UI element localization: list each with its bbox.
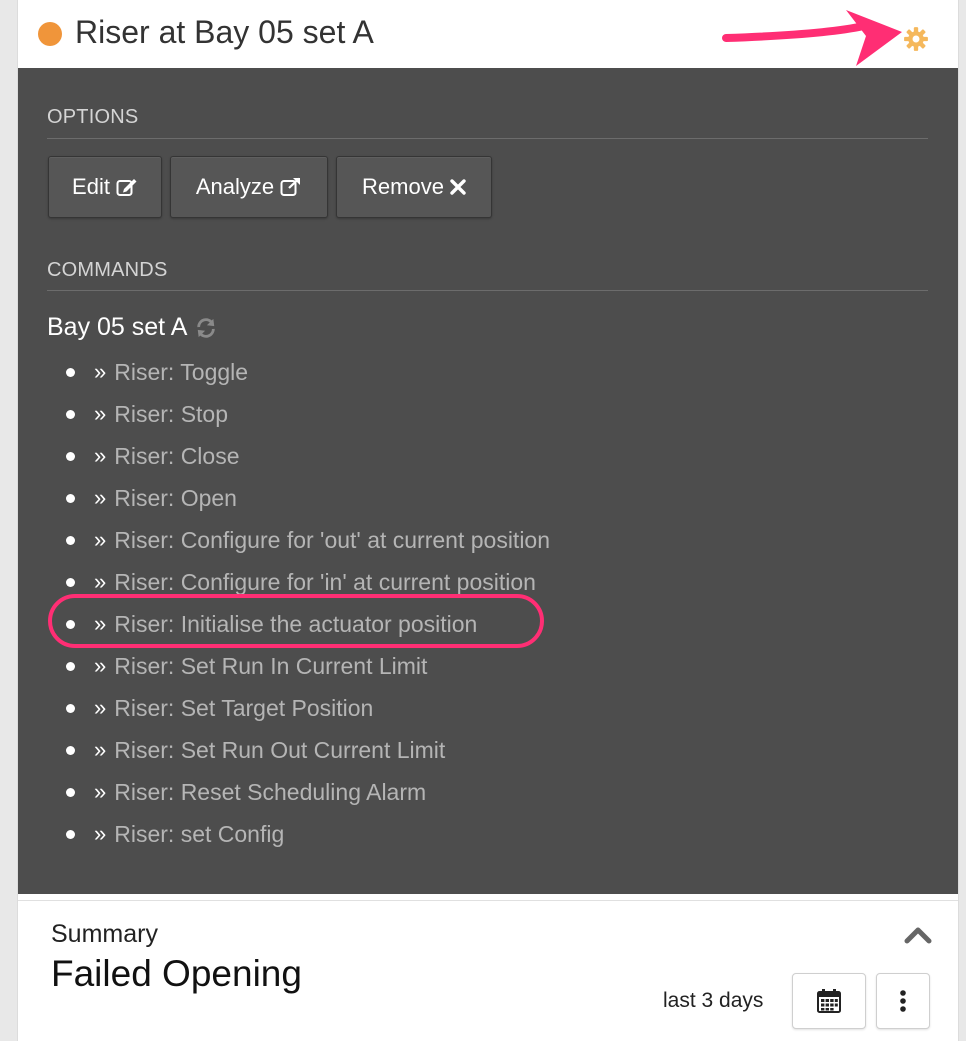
remove-button-label: Remove [362,174,444,199]
double-chevron-right-icon: » [94,821,107,846]
bullet [66,409,75,419]
double-chevron-right-icon: » [94,779,107,804]
double-chevron-right-icon: » [94,737,107,762]
refresh-icon[interactable] [195,317,217,339]
bullet [66,703,75,713]
bullet [66,493,75,503]
edit-icon [116,179,137,196]
time-range-label: last 3 days [663,989,764,1012]
command-item[interactable]: » Riser: Close [66,441,240,471]
double-chevron-right-icon: » [94,569,107,594]
command-label: Riser: Set Run Out Current Limit [114,736,446,763]
command-label: Riser: Toggle [114,358,249,385]
analyze-button[interactable]: Analyze [170,156,328,218]
summary-section: Summary Failed Opening last 3 days [18,900,958,1041]
command-item[interactable]: » Riser: Set Run Out Current Limit [66,735,445,765]
command-label: Riser: set Config [114,820,285,847]
status-indicator [38,22,62,46]
options-heading: OPTIONS [47,106,139,128]
close-icon [450,179,466,195]
command-label: Riser: Set Run In Current Limit [114,652,428,679]
command-item[interactable]: » Riser: Reset Scheduling Alarm [66,777,426,807]
command-label: Riser: Configure for 'in' at current pos… [114,568,536,595]
edit-button-label: Edit [72,174,110,199]
command-label: Riser: Configure for 'out' at current po… [114,526,551,553]
double-chevron-right-icon: » [94,401,107,426]
command-item[interactable]: » Riser: Stop [66,399,228,429]
double-chevron-right-icon: » [94,695,107,720]
command-label: Riser: Close [114,442,240,469]
options-panel: OPTIONS Edit Analyze Remove COMMANDS Bay… [18,68,958,894]
calendar-icon [817,989,841,1013]
command-item[interactable]: » Riser: Open [66,483,237,513]
double-chevron-right-icon: » [94,485,107,510]
bullet [66,535,75,545]
summary-label: Summary [51,920,158,948]
summary-value: Failed Opening [51,953,302,994]
command-group-label: Bay 05 set A [47,313,188,341]
bullet [66,661,75,671]
command-label: Riser: Set Target Position [114,694,374,721]
double-chevron-right-icon: » [94,359,107,384]
more-options-button[interactable] [876,973,930,1029]
command-label: Riser: Stop [114,400,229,427]
divider [47,290,928,291]
double-chevron-right-icon: » [94,527,107,552]
external-link-icon [280,177,301,196]
bullet [66,745,75,755]
command-label: Riser: Reset Scheduling Alarm [114,778,427,805]
remove-button[interactable]: Remove [336,156,492,218]
command-item[interactable]: » Riser: Configure for 'in' at current po… [66,567,536,597]
command-item[interactable]: » Riser: Set Run In Current Limit [66,651,427,681]
bullet [66,367,75,377]
bullet [66,451,75,461]
bullet [66,577,75,587]
vertical-ellipsis-icon [900,990,906,1012]
edit-button[interactable]: Edit [48,156,162,218]
analyze-button-label: Analyze [195,174,275,199]
double-chevron-right-icon: » [94,653,107,678]
command-item[interactable]: » Riser: Toggle [66,357,248,387]
widget-card: Riser at Bay 05 set A OPTIONS Edit Analy… [18,0,958,1041]
command-label: Riser: Open [114,484,237,511]
commands-heading: COMMANDS [47,259,168,281]
divider [47,138,928,139]
annotation-highlight-circle [48,594,544,648]
chevron-up-icon[interactable] [904,925,932,945]
command-item[interactable]: » Riser: set Config [66,819,284,849]
bullet [66,787,75,797]
widget-title: Riser at Bay 05 set A [75,14,374,50]
double-chevron-right-icon: » [94,443,107,468]
annotation-arrow [722,10,902,66]
command-group-title: Bay 05 set A [47,313,217,342]
gear-icon[interactable] [903,26,929,52]
bullet [66,829,75,839]
widget-header: Riser at Bay 05 set A [18,0,958,68]
calendar-button[interactable] [792,973,866,1029]
command-item[interactable]: » Riser: Set Target Position [66,693,373,723]
command-item[interactable]: » Riser: Configure for 'out' at current p… [66,525,550,555]
